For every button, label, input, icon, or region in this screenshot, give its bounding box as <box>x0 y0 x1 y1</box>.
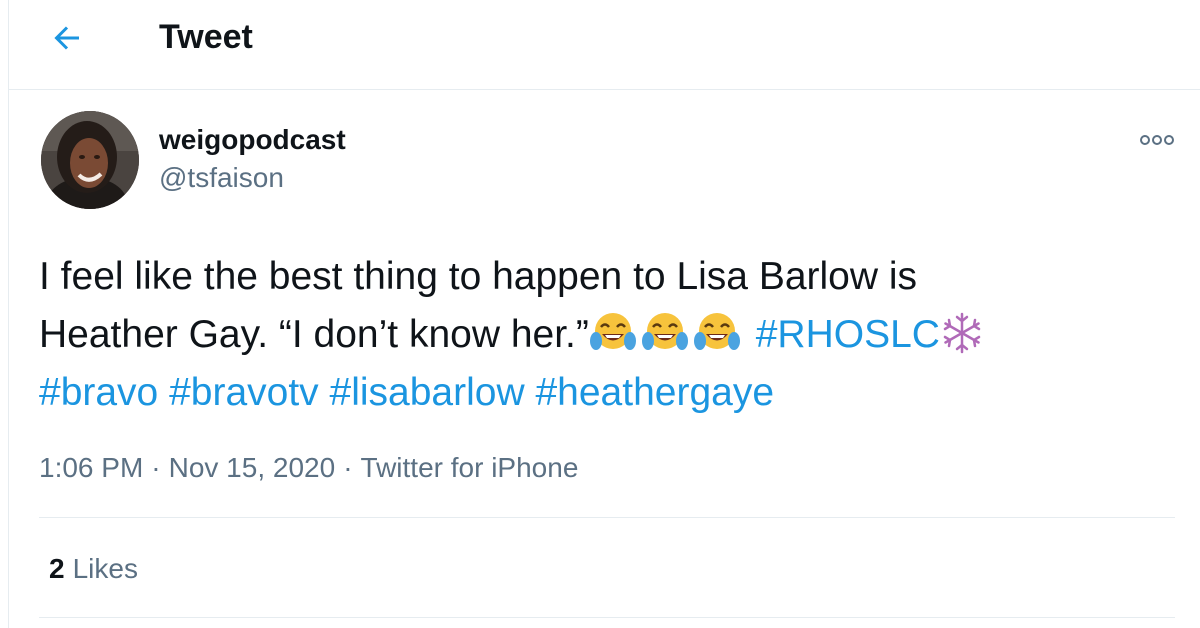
tweet-metadata: 1:06 PM · Nov 15, 2020 · Twitter for iPhone <box>39 452 578 484</box>
hashtag-link[interactable]: #bravo <box>39 371 158 414</box>
tweet-text-line: #bravo #bravotv #lisabarlow #heathergaye <box>39 364 1179 422</box>
likes-link[interactable]: 2 Likes <box>49 553 138 585</box>
hashtag-link[interactable]: #heathergaye <box>535 371 774 414</box>
divider <box>39 517 1175 518</box>
hashtag-link[interactable]: #bravotv <box>169 371 319 414</box>
tweet-date[interactable]: Nov 15, 2020 <box>169 452 336 483</box>
tweet-text-segment: Heather Gay. “I don’t know her.” <box>39 313 589 356</box>
hashtag-link[interactable]: #RHOSLC <box>756 313 940 356</box>
tweet-source[interactable]: Twitter for iPhone <box>361 452 579 483</box>
tweet-text-line: Heather Gay. “I don’t know her.” #RHOSLC <box>39 306 1179 364</box>
avatar[interactable] <box>41 111 139 209</box>
tweet-text-line: I feel like the best thing to happen to … <box>39 255 918 298</box>
page-title: Tweet <box>159 18 253 56</box>
author-display-name[interactable]: weigopodcast <box>159 124 346 156</box>
tweet-text: I feel like the best thing to happen to … <box>39 248 1179 422</box>
face-with-tears-of-joy-icon <box>693 309 741 357</box>
tweet-detail-page: Tweet weigopodcast @tsfaison I feel like… <box>8 0 1200 628</box>
face-with-tears-of-joy-icon <box>641 309 689 357</box>
back-button[interactable] <box>49 20 89 56</box>
separator: · <box>151 452 161 483</box>
face-with-tears-of-joy-icon <box>589 309 637 357</box>
more-options-icon <box>1137 135 1177 156</box>
divider <box>39 617 1175 618</box>
page-header: Tweet <box>9 0 1200 90</box>
likes-count: 2 <box>49 553 65 584</box>
arrow-left-icon <box>49 26 85 60</box>
tweet-time[interactable]: 1:06 PM <box>39 452 143 483</box>
separator: · <box>343 452 353 483</box>
more-options-button[interactable] <box>1137 128 1177 152</box>
hashtag-link[interactable]: #lisabarlow <box>330 371 525 414</box>
likes-label: Likes <box>72 553 138 584</box>
author-handle[interactable]: @tsfaison <box>159 162 284 194</box>
snowflake-icon <box>940 311 984 355</box>
